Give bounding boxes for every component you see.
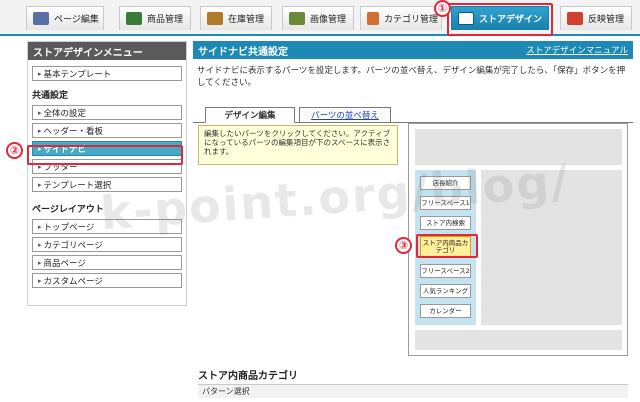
sidebar-label-common: 共通設定 (32, 91, 69, 101)
arrow-right-icon: ▸ (38, 258, 42, 267)
part-store-search[interactable]: ストア内検索 (420, 216, 471, 230)
arrow-right-icon: ▸ (38, 240, 42, 249)
box-icon (207, 12, 223, 25)
arrow-right-icon: ▸ (38, 108, 42, 117)
tab-product[interactable]: 商品管理 (119, 6, 191, 30)
pencil-icon (126, 12, 142, 25)
tab-image[interactable]: 画像管理 (282, 6, 354, 30)
preview-main-area (481, 170, 622, 325)
arrow-right-icon: ▸ (38, 126, 42, 135)
sidebar-item-category-page[interactable]: ▸ カテゴリページ (32, 237, 182, 252)
subtab-bar: デザイン編集 パーツの並べ替え (193, 99, 633, 123)
publish-icon (567, 12, 583, 25)
annotation-number-three: ③ (395, 237, 412, 254)
manual-link[interactable]: ストアデザインマニュアル (526, 44, 628, 56)
arrow-right-icon: ▸ (38, 180, 42, 189)
sidebar-item-custom-page[interactable]: ▸ カスタムページ (32, 273, 182, 288)
sidebar-item-basic-template[interactable]: ▸ 基本テンプレート (32, 66, 182, 81)
image-icon (289, 12, 305, 25)
part-free-space-1[interactable]: フリースペース1 (420, 196, 471, 210)
section-title: ストア内商品カテゴリ (198, 371, 298, 382)
preview-header-area (415, 129, 622, 165)
preview-footer-area (415, 330, 622, 350)
sidebar: ストアデザインメニュー ▸ 基本テンプレート 共通設定 ▸ 全体の設定 ▸ ヘッダー・… (27, 41, 187, 306)
annotation-number-one: ① (434, 0, 451, 17)
annotation-highlight-category-part (416, 234, 478, 258)
instruction-note: 編集したいパーツをクリックしてください。アクティブになっているパーツの編集項目が… (198, 125, 398, 165)
tab-design-edit[interactable]: デザイン編集 (205, 107, 295, 123)
sidebar-item-header[interactable]: ▸ ヘッダー・看板 (32, 123, 182, 138)
page-title: サイドナビ共通設定 (198, 46, 288, 58)
tab-inventory[interactable]: 在庫管理 (200, 6, 272, 30)
main-header: サイドナビ共通設定 ストアデザインマニュアル (193, 41, 633, 59)
annotation-highlight-side-navi (27, 145, 183, 165)
arrow-right-icon: ▸ (38, 69, 42, 78)
tab-category[interactable]: カテゴリ管理 (360, 6, 442, 30)
tab-page-edit[interactable]: ページ編集 (26, 6, 104, 30)
main-panel: サイドナビ共通設定 ストアデザインマニュアル サイドナビに表示するパーツを設定し… (193, 41, 633, 402)
part-store-manager[interactable]: 店長紹介 (420, 176, 471, 190)
sidebar-label-page-layout: ページレイアウト (32, 205, 104, 215)
sidebar-item-template-select[interactable]: ▸ テンプレート選択 (32, 177, 182, 192)
sidebar-item-product-page[interactable]: ▸ 商品ページ (32, 255, 182, 270)
arrow-right-icon: ▸ (38, 222, 42, 231)
part-calendar[interactable]: カレンダー (420, 304, 471, 318)
tab-publish[interactable]: 反映管理 (560, 6, 632, 30)
arrow-right-icon: ▸ (38, 276, 42, 285)
pattern-select-row: パターン選択 (198, 384, 628, 398)
annotation-highlight-store-design (447, 3, 553, 36)
page-description: サイドナビに表示するパーツを設定します。パーツの並べ替え、デザイン編集が完了した… (197, 66, 626, 88)
sidebar-item-top-page[interactable]: ▸ トップページ (32, 219, 182, 234)
annotation-number-two: ② (6, 142, 23, 159)
part-free-space-2[interactable]: フリースペース2 (420, 264, 471, 278)
part-ranking[interactable]: 人気ランキング (420, 284, 471, 298)
tab-parts-sort[interactable]: パーツの並べ替え (299, 107, 391, 123)
category-icon (367, 12, 379, 25)
edit-page-icon (33, 12, 49, 25)
sidebar-title: ストアデザインメニュー (28, 42, 186, 60)
sidebar-item-overall[interactable]: ▸ 全体の設定 (32, 105, 182, 120)
